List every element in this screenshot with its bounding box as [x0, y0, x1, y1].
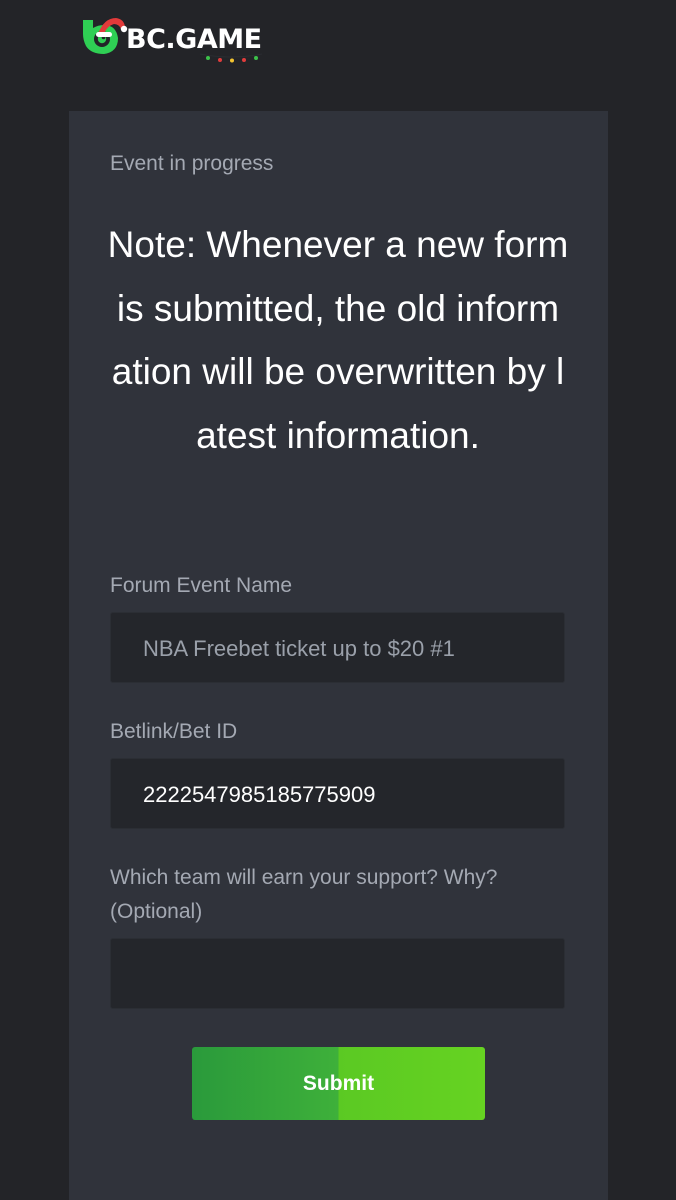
top-bar: BC.GAME: [0, 0, 676, 111]
submit-button[interactable]: Submit: [192, 1047, 485, 1120]
forum-event-name-field[interactable]: NBA Freebet ticket up to $20 #1: [110, 612, 565, 683]
christmas-lights-icon: [199, 53, 263, 63]
bc-game-logo[interactable]: BC.GAME: [80, 14, 270, 66]
betlink-value: 2222547985185775909: [143, 782, 376, 807]
team-support-label: Which team will earn your support? Why?(…: [110, 866, 498, 923]
overwrite-note: Note: Whenever a new form is submitted, …: [107, 224, 569, 456]
santa-hat-icon: [96, 18, 128, 37]
betlink-label: Betlink/Bet ID: [110, 720, 238, 743]
forum-event-name-label: Forum Event Name: [110, 574, 293, 597]
betlink-input[interactable]: 2222547985185775909: [110, 758, 565, 829]
event-form-card: Event in progress Note: Whenever a new f…: [69, 111, 608, 1200]
event-status: Event in progress: [110, 152, 274, 175]
team-support-input[interactable]: [110, 938, 565, 1009]
forum-event-name-value: NBA Freebet ticket up to $20 #1: [143, 636, 455, 661]
